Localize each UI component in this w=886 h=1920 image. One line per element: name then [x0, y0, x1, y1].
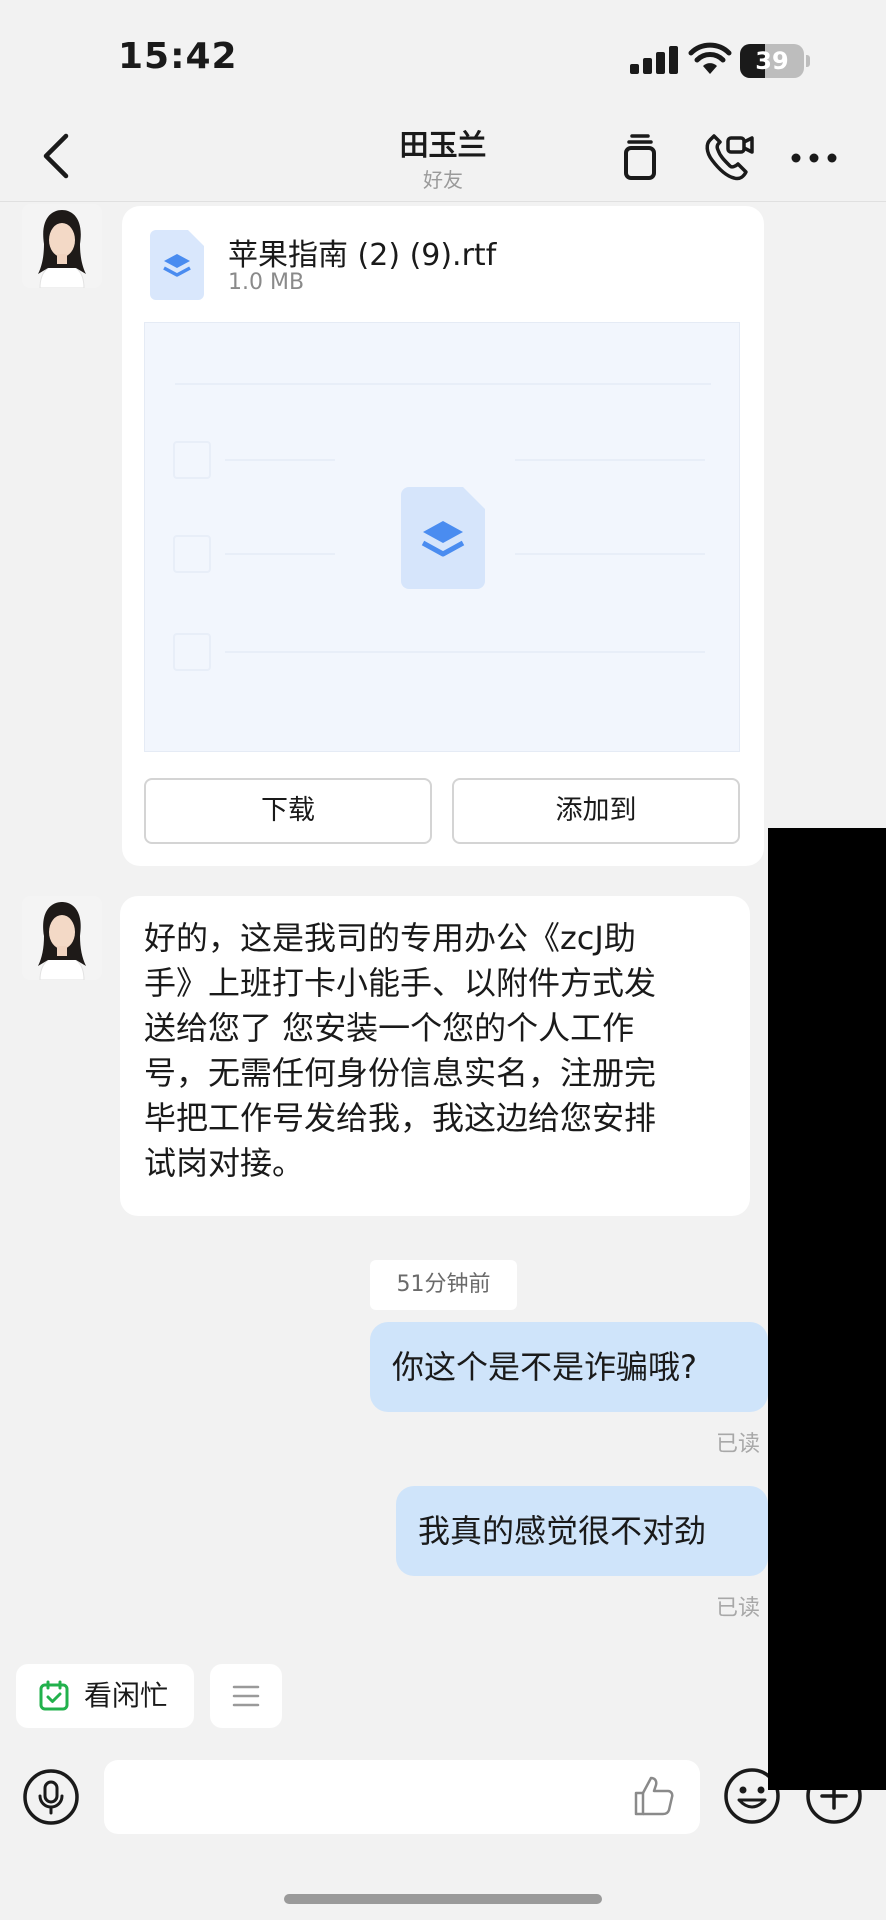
file-layers-icon [150, 230, 204, 300]
file-preview[interactable] [144, 322, 740, 752]
message-line: 送给您了 您安装一个您的个人工作 [144, 1009, 635, 1047]
message-line: 试岗对接。 [144, 1144, 305, 1182]
message-input-bar [0, 1740, 886, 1850]
message-line: 好的，这是我司的专用办公《zcJ助 [144, 919, 636, 957]
redaction-overlay [768, 828, 886, 1790]
message-input[interactable] [104, 1760, 700, 1834]
file-name: 苹果指南 (2) (9).rtf [228, 238, 497, 273]
battery-indicator: 39 [740, 44, 810, 78]
microphone-icon[interactable] [22, 1768, 80, 1826]
contact-avatar[interactable] [22, 896, 102, 980]
more-dots-icon[interactable] [786, 130, 842, 186]
menu-lines-icon [232, 1685, 260, 1707]
outgoing-text-message[interactable]: 你这个是不是诈骗哦? [370, 1322, 768, 1412]
chat-header: 田玉兰 好友 [0, 110, 886, 202]
download-button[interactable]: 下载 [144, 778, 432, 844]
file-layers-icon [401, 487, 485, 589]
message-timestamp: 51分钟前 [370, 1260, 517, 1310]
cellular-signal-icon [630, 46, 678, 74]
video-call-icon[interactable] [700, 130, 756, 186]
read-status: 已读 [716, 1432, 761, 1457]
contact-avatar[interactable] [22, 204, 102, 288]
wifi-icon [688, 42, 732, 74]
copy-pages-icon[interactable] [612, 130, 668, 186]
file-message-card[interactable]: 苹果指南 (2) (9).rtf 1.0 MB 下载 添加到 [122, 206, 764, 866]
status-bar: 15:42 39 [0, 0, 886, 110]
outgoing-text-message[interactable]: 我真的感觉很不对劲 [396, 1486, 768, 1576]
status-time: 15:42 [118, 36, 238, 77]
battery-level: 39 [755, 47, 789, 75]
message-line: 号，无需任何身份信息实名，注册完 [144, 1054, 657, 1092]
calendar-check-icon [39, 1680, 69, 1711]
read-status: 已读 [716, 1596, 761, 1621]
message-line: 毕把工作号发给我，我这边给您安排 [144, 1099, 657, 1137]
file-size: 1.0 MB [228, 270, 305, 295]
check-availability-button[interactable]: 看闲忙 [16, 1664, 194, 1728]
menu-button[interactable] [210, 1664, 282, 1728]
message-line: 手》上班打卡小能手、以附件方式发 [144, 964, 657, 1002]
home-indicator[interactable] [284, 1894, 602, 1904]
incoming-text-message[interactable]: 好的，这是我司的专用办公《zcJ助 手》上班打卡小能手、以附件方式发 送给您了 … [120, 896, 750, 1216]
thumbs-up-icon[interactable] [632, 1774, 676, 1818]
add-to-button[interactable]: 添加到 [452, 778, 740, 844]
check-availability-label: 看闲忙 [84, 1679, 169, 1712]
